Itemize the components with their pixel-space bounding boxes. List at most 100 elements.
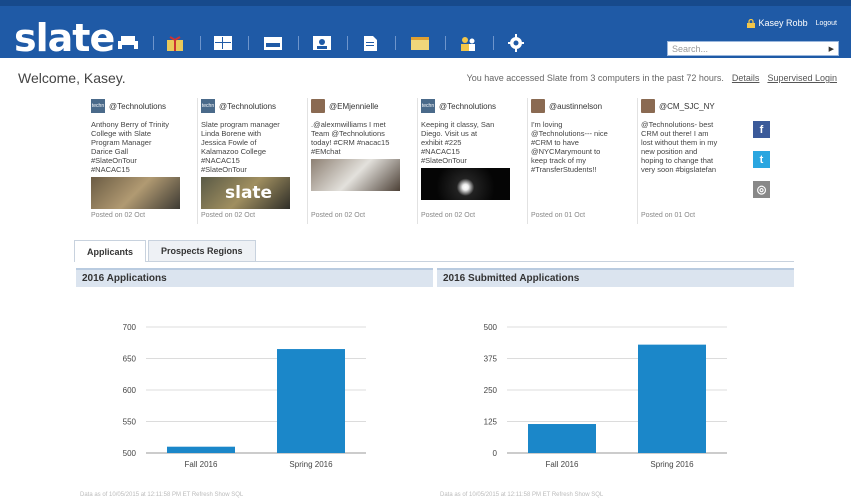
post-handle[interactable]: @Technolutions	[219, 102, 276, 111]
layout-icon[interactable]	[212, 34, 234, 52]
logout-link[interactable]: Logout	[816, 20, 837, 27]
document-icon[interactable]	[359, 34, 381, 52]
post-text: Anthony Berry of Trinity College with Sl…	[91, 120, 169, 174]
lock-icon	[746, 18, 755, 28]
x-category-label: Spring 2016	[289, 460, 333, 469]
post-image[interactable]	[311, 159, 400, 191]
nav-separator	[153, 36, 154, 50]
bar[interactable]	[167, 446, 235, 453]
slate-logo[interactable]: slate	[14, 19, 115, 57]
post-text: Slate program manager Linda Borene with …	[201, 120, 280, 174]
avatar	[311, 99, 325, 113]
welcome-heading: Welcome, Kasey.	[18, 70, 126, 86]
tab-prospects-regions[interactable]: Prospects Regions	[148, 240, 256, 261]
user-name[interactable]: Kasey Robb	[759, 18, 808, 28]
feed-post[interactable]: techn @Technolutions Slate program manager…	[198, 98, 308, 224]
y-tick-label: 650	[123, 355, 137, 364]
inbox-icon[interactable]	[262, 34, 284, 52]
post-handle[interactable]: @CM_SJC_NY	[659, 102, 715, 111]
post-text: .@alexmwilliams I met Team @Technolution…	[311, 120, 390, 156]
avatar	[641, 99, 655, 113]
x-category-label: Fall 2016	[185, 460, 218, 469]
submitted-applications-panel: 2016 Submitted Applications 0 125 250 375 50…	[437, 268, 794, 483]
feed-post[interactable]: @CM_SJC_NY @Technolutions- best CRM out t…	[638, 98, 748, 224]
post-header: techn @Technolutions	[201, 98, 304, 114]
nav-separator	[445, 36, 446, 50]
facebook-icon[interactable]: f	[753, 121, 770, 138]
printer-icon[interactable]	[117, 34, 139, 52]
submitted-applications-chart: 0 125 250 375 500 Fall 2016 Spring 2016	[484, 323, 727, 469]
user-menu: Kasey Robb Logout	[746, 18, 837, 28]
post-header: @CM_SJC_NY	[641, 98, 745, 114]
post-image[interactable]: slate	[201, 177, 290, 209]
users-icon[interactable]	[457, 34, 479, 52]
x-category-label: Fall 2016	[546, 460, 579, 469]
post-header: techn @Technolutions	[91, 98, 194, 114]
post-header: @austinnelson	[531, 98, 634, 114]
tab-applicants[interactable]: Applicants	[74, 240, 147, 262]
feed-post[interactable]: @austinnelson I'm loving @Technolutions--…	[528, 98, 638, 224]
post-image[interactable]	[91, 177, 180, 209]
access-message: You have accessed Slate from 3 computers…	[466, 73, 724, 83]
social-links: f t ◎	[753, 121, 770, 198]
panel-title: 2016 Submitted Applications	[437, 268, 794, 287]
y-tick-label: 0	[493, 449, 498, 458]
post-date: Posted on 02 Oct	[311, 212, 366, 219]
post-image[interactable]	[421, 168, 510, 200]
nav-separator	[493, 36, 494, 50]
bar[interactable]	[638, 344, 706, 453]
post-text: I'm loving @Technolutions--- nice #CRM t…	[531, 120, 608, 174]
post-header: techn @Technolutions	[421, 98, 524, 114]
y-tick-label: 600	[123, 386, 137, 395]
feed-post[interactable]: techn @Technolutions Anthony Berry of Trin…	[88, 98, 198, 224]
calendar-icon[interactable]	[409, 34, 431, 52]
gift-icon[interactable]	[164, 34, 186, 52]
post-header: @EMjennielle	[311, 98, 414, 114]
post-text: Keeping it classy, San Diego. Visit us a…	[421, 120, 495, 165]
gear-icon[interactable]	[505, 34, 527, 52]
y-tick-label: 125	[484, 418, 498, 427]
post-date: Posted on 01 Oct	[641, 212, 696, 219]
social-feed: techn @Technolutions Anthony Berry of Trin…	[88, 98, 748, 228]
nav-separator	[248, 36, 249, 50]
supervised-login-link[interactable]: Supervised Login	[767, 73, 837, 83]
post-date: Posted on 01 Oct	[531, 212, 586, 219]
y-tick-label: 250	[484, 386, 498, 395]
search-input[interactable]: Search... ▶	[667, 41, 839, 56]
search-submit-icon[interactable]: ▶	[829, 45, 834, 53]
nav-separator	[347, 36, 348, 50]
user-card-icon[interactable]	[311, 34, 333, 52]
avatar: techn	[91, 99, 105, 113]
bar[interactable]	[277, 349, 345, 453]
post-handle[interactable]: @Technolutions	[439, 102, 496, 111]
instagram-icon[interactable]: ◎	[753, 181, 770, 198]
avatar: techn	[201, 99, 215, 113]
post-handle[interactable]: @austinnelson	[549, 102, 602, 111]
post-handle[interactable]: @Technolutions	[109, 102, 166, 111]
feed-post[interactable]: techn @Technolutions Keeping it classy, Sa…	[418, 98, 528, 224]
search-placeholder: Search...	[672, 43, 709, 54]
post-date: Posted on 02 Oct	[421, 212, 476, 219]
applications-panel: 2016 Applications 500 550 600 650 700 Fall 20…	[76, 268, 433, 483]
details-link[interactable]: Details	[732, 73, 760, 83]
panel-title: 2016 Applications	[76, 268, 433, 287]
nav-separator	[200, 36, 201, 50]
x-category-label: Spring 2016	[650, 460, 694, 469]
twitter-icon[interactable]: t	[753, 151, 770, 168]
bar[interactable]	[528, 424, 596, 453]
y-tick-label: 500	[484, 323, 498, 332]
y-tick-label: 375	[484, 355, 498, 364]
nav-separator	[298, 36, 299, 50]
nav-separator	[395, 36, 396, 50]
post-handle[interactable]: @EMjennielle	[329, 102, 378, 111]
y-tick-label: 700	[123, 323, 137, 332]
y-tick-label: 500	[123, 449, 137, 458]
post-text: @Technolutions- best CRM out there! I am…	[641, 120, 718, 174]
dashboard-tabs: Applicants Prospects Regions	[74, 240, 794, 262]
slate-sign: slate	[225, 183, 273, 203]
top-bar: slate Kasey Robb Logout Search... ▶	[0, 0, 851, 58]
post-date: Posted on 02 Oct	[91, 212, 146, 219]
avatar: techn	[421, 99, 435, 113]
feed-post[interactable]: @EMjennielle .@alexmwilliams I met Team @…	[308, 98, 418, 224]
post-date: Posted on 02 Oct	[201, 212, 256, 219]
